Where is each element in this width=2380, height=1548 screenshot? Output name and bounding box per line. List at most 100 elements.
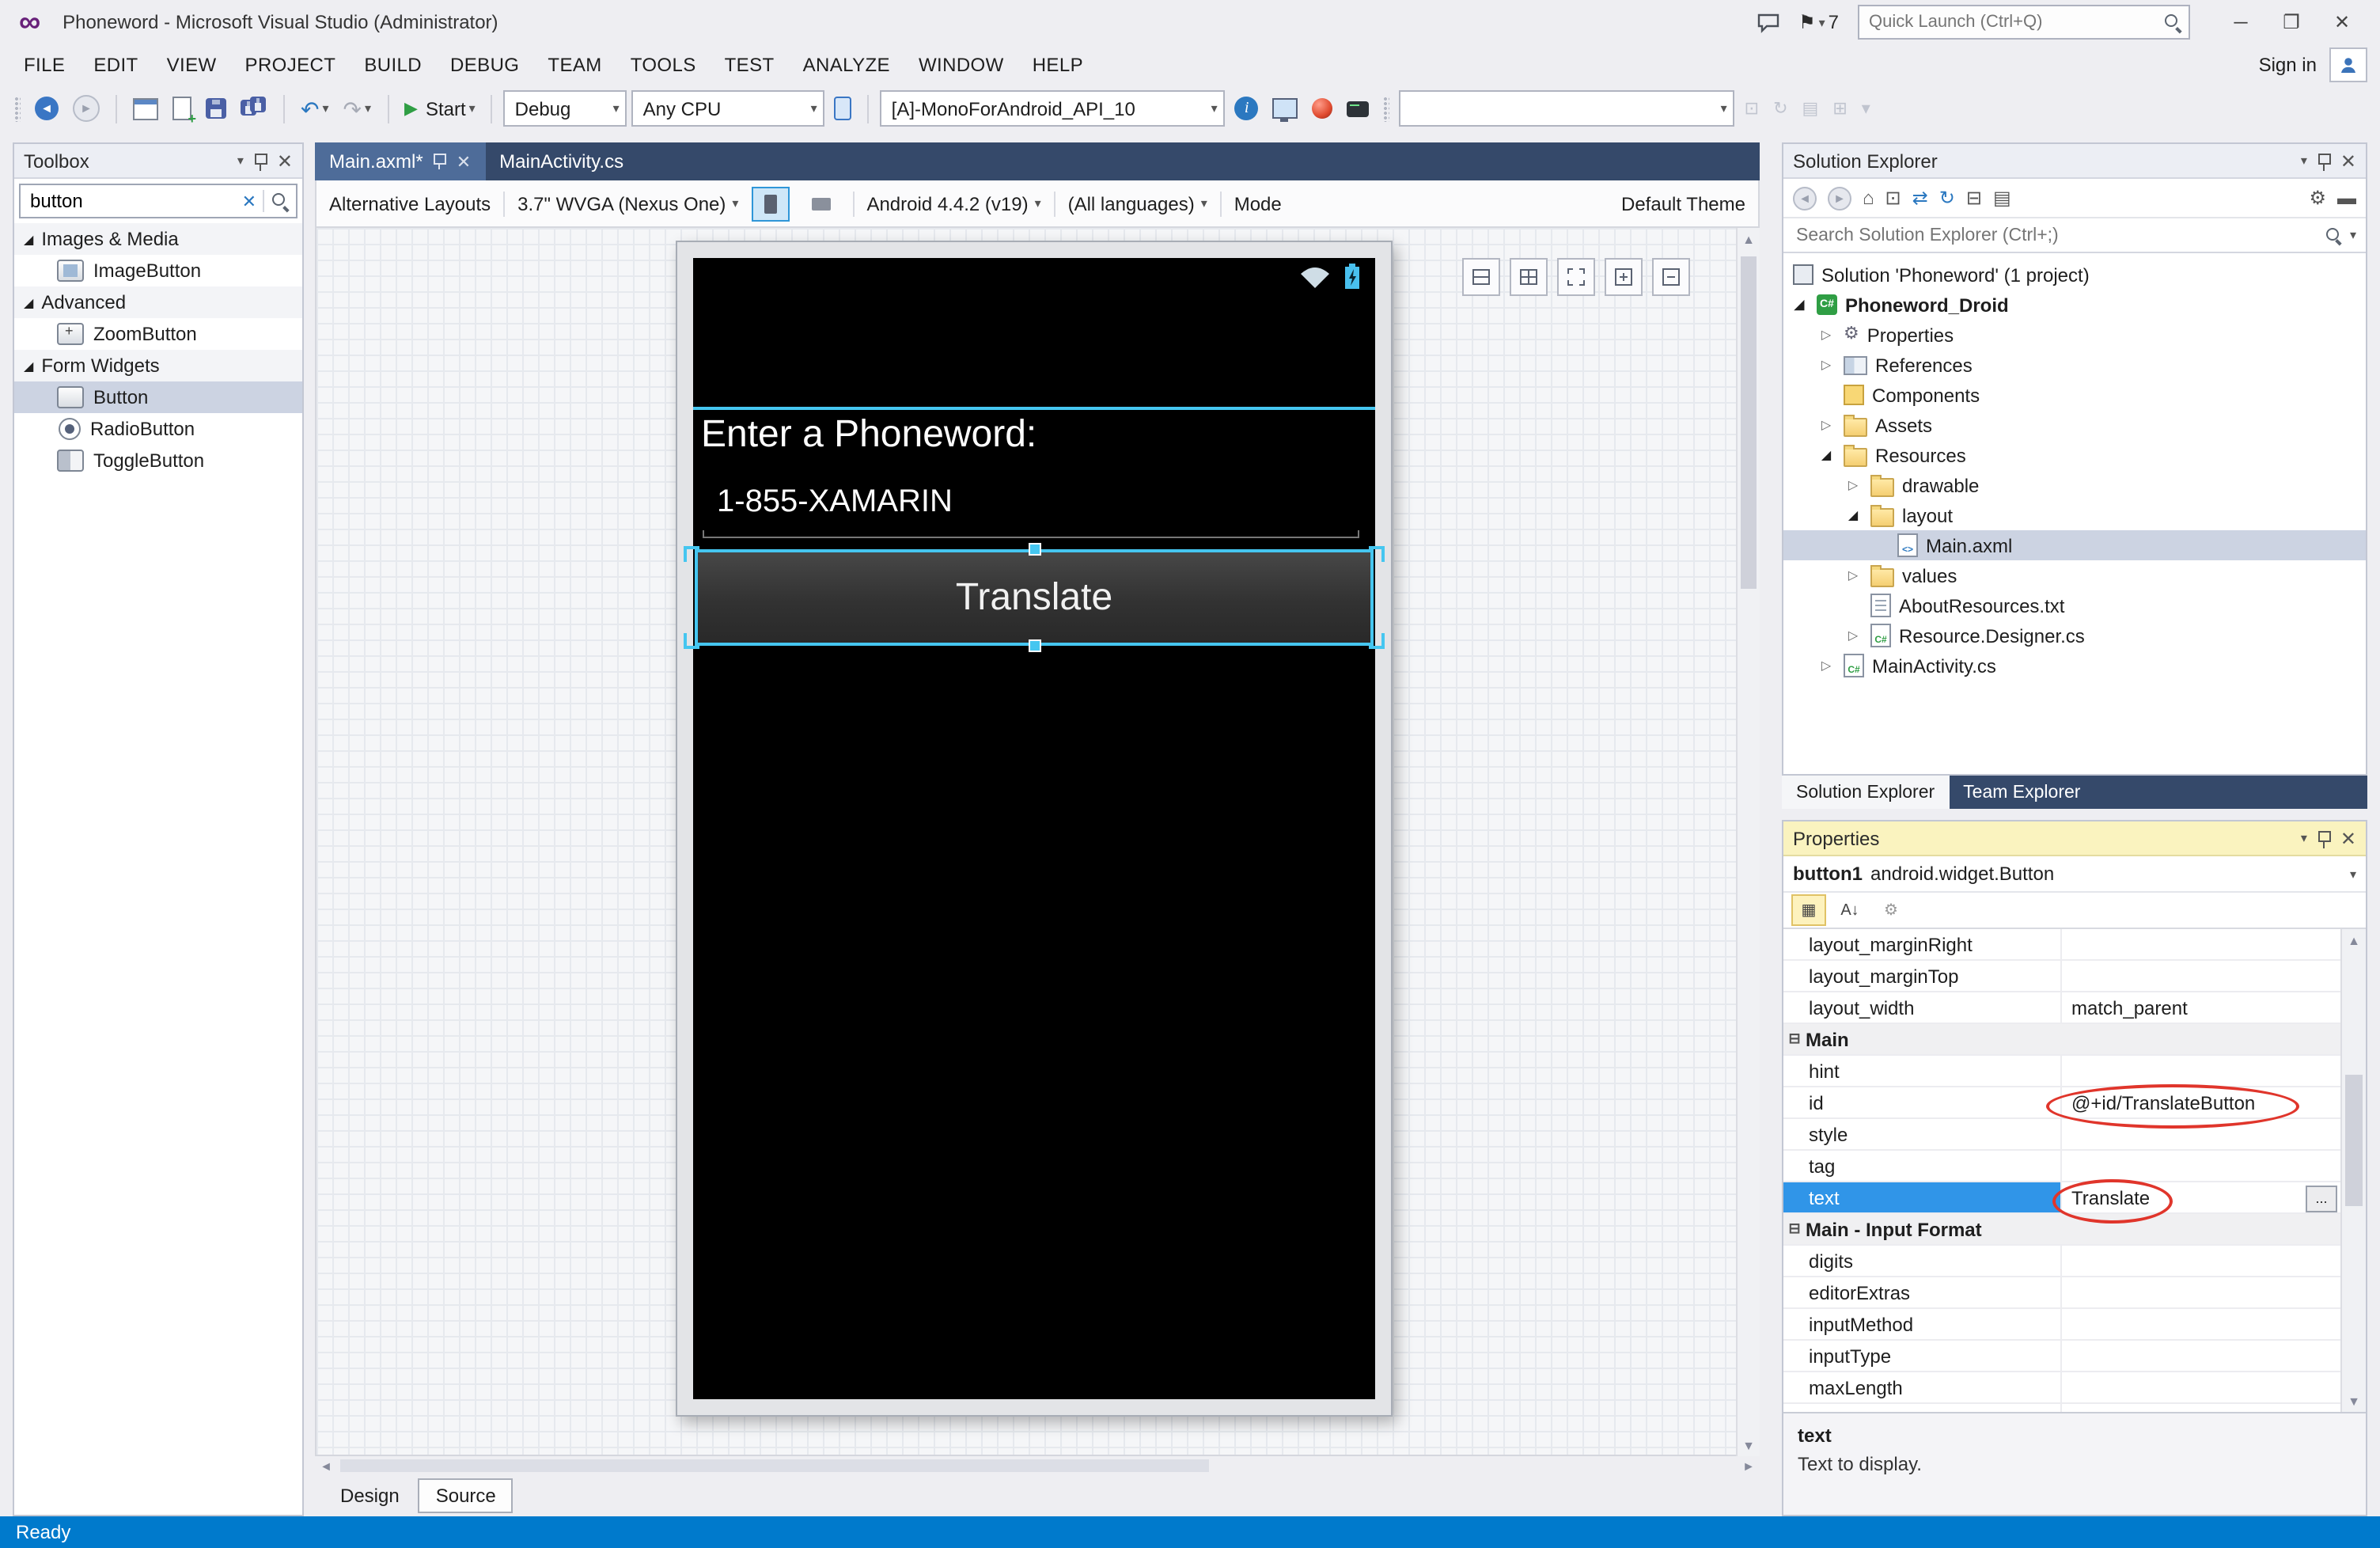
- sync-with-active-document-icon[interactable]: ⇄: [1912, 187, 1928, 209]
- inactive-tool-icon-4[interactable]: ⊞: [1828, 89, 1851, 127]
- selected-object-dropdown[interactable]: button1 android.widget.Button ▾: [1783, 856, 2366, 893]
- property-row[interactable]: layout_marginRight: [1783, 929, 2342, 961]
- show-all-files-icon[interactable]: ▤: [1993, 187, 2011, 209]
- theme-dropdown[interactable]: Default Theme: [1621, 192, 1745, 214]
- tree-item-properties[interactable]: ▷ ⚙ Properties: [1783, 320, 2366, 350]
- scrollbar-track[interactable]: [2342, 951, 2366, 1390]
- pin-icon[interactable]: [2317, 151, 2331, 170]
- collapsed-icon[interactable]: ▷: [1817, 418, 1836, 432]
- scroll-up-icon[interactable]: ▲: [2342, 929, 2366, 951]
- toolbox-group-form-widgets[interactable]: ◢ Form Widgets: [14, 350, 302, 381]
- collapsed-icon[interactable]: ▷: [1817, 658, 1836, 673]
- textview-enter-phoneword[interactable]: Enter a Phoneword:: [701, 413, 1037, 457]
- menu-build[interactable]: BUILD: [350, 47, 436, 82]
- window-position-icon[interactable]: ▾: [2301, 831, 2307, 845]
- tab-team-explorer[interactable]: Team Explorer: [1949, 776, 2094, 809]
- property-row[interactable]: layout_width match_parent: [1783, 992, 2342, 1024]
- property-row-text[interactable]: text Translate ...: [1783, 1182, 2342, 1214]
- redo-button[interactable]: ↷▾: [339, 89, 377, 127]
- tab-source[interactable]: Source: [419, 1478, 514, 1513]
- tree-item-resource-designer-cs[interactable]: ▷ C# Resource.Designer.cs: [1783, 620, 2366, 651]
- scroll-down-icon[interactable]: ▼: [1738, 1434, 1760, 1456]
- scrollbar-thumb[interactable]: [340, 1459, 1208, 1472]
- edittext-phoneword[interactable]: 1-855-XAMARIN: [717, 484, 953, 521]
- properties-scrollbar[interactable]: ▲ ▼: [2340, 929, 2366, 1412]
- collapsed-icon[interactable]: ▷: [1817, 328, 1836, 342]
- alternative-layouts-button[interactable]: Alternative Layouts: [329, 192, 491, 214]
- expanded-icon[interactable]: ◢: [1844, 508, 1863, 522]
- menu-window[interactable]: WINDOW: [904, 47, 1018, 82]
- expanded-icon[interactable]: ◢: [24, 232, 33, 246]
- toolbox-group-images-media[interactable]: ◢ Images & Media: [14, 223, 302, 255]
- notifications-flag[interactable]: ⚑ ▾ 7: [1798, 11, 1839, 33]
- tree-item-mainactivity-cs[interactable]: ▷ C# MainActivity.cs: [1783, 651, 2366, 681]
- menu-tools[interactable]: TOOLS: [616, 47, 711, 82]
- refresh-icon[interactable]: ↻: [1939, 187, 1955, 209]
- property-pages-button[interactable]: ⚙: [1874, 894, 1908, 926]
- mode-button[interactable]: Mode: [1234, 192, 1282, 214]
- tree-item-drawable[interactable]: ▷ drawable: [1783, 470, 2366, 500]
- tab-main-axml[interactable]: Main.axml* ✕: [315, 142, 485, 180]
- solution-explorer-header[interactable]: Solution Explorer ▾ ✕: [1783, 144, 2366, 179]
- menu-project[interactable]: PROJECT: [231, 47, 351, 82]
- zoom-out-button[interactable]: [1652, 258, 1690, 296]
- toolbox-group-advanced[interactable]: ◢ Advanced: [14, 286, 302, 318]
- properties-header[interactable]: Properties ▾ ✕: [1783, 821, 2366, 856]
- tree-item-main-axml[interactable]: <> Main.axml: [1783, 530, 2366, 560]
- translate-button-widget[interactable]: Translate: [695, 549, 1374, 646]
- device-manager-button[interactable]: [1308, 89, 1338, 127]
- close-icon[interactable]: ✕: [2340, 151, 2356, 170]
- menu-test[interactable]: TEST: [711, 47, 789, 82]
- quick-launch[interactable]: [1858, 5, 2190, 40]
- categorized-button[interactable]: ▦: [1791, 894, 1826, 926]
- alphabetical-sort-button[interactable]: A↓: [1832, 894, 1867, 926]
- landscape-orientation-button[interactable]: [802, 186, 839, 221]
- tree-item-aboutresources-txt[interactable]: AboutResources.txt: [1783, 590, 2366, 620]
- property-row-id[interactable]: id @+id/TranslateButton: [1783, 1087, 2342, 1119]
- pin-icon[interactable]: [2317, 829, 2331, 848]
- expanded-icon[interactable]: ◢: [24, 295, 33, 309]
- window-position-icon[interactable]: ▾: [2301, 154, 2307, 168]
- collapse-icon[interactable]: ⊟: [1783, 1220, 1806, 1238]
- scrollbar-thumb[interactable]: [1741, 256, 1757, 589]
- undo-button[interactable]: ↶▾: [296, 89, 334, 127]
- toolbox-item-button[interactable]: Button: [14, 381, 302, 413]
- back-button[interactable]: ◄: [1793, 186, 1817, 210]
- close-button[interactable]: ✕: [2317, 5, 2367, 40]
- scrollbar-thumb[interactable]: [2345, 1074, 2363, 1205]
- toolbox-item-zoombutton[interactable]: ZoomButton: [14, 318, 302, 350]
- tab-solution-explorer[interactable]: Solution Explorer: [1782, 776, 1949, 809]
- scrollbar-track[interactable]: [337, 1458, 1738, 1474]
- property-row[interactable]: inputType: [1783, 1341, 2342, 1372]
- clear-search-icon[interactable]: ✕: [242, 191, 256, 211]
- expanded-icon[interactable]: ◢: [1790, 298, 1809, 312]
- zoom-to-fit-button[interactable]: [1557, 258, 1595, 296]
- ellipsis-button[interactable]: ...: [2306, 1186, 2337, 1212]
- pin-icon[interactable]: [433, 152, 447, 171]
- dock-splitter[interactable]: [1782, 809, 2367, 820]
- editor-vertical-scrollbar[interactable]: ▲ ▼: [1736, 228, 1760, 1456]
- tree-item-resources[interactable]: ◢ Resources: [1783, 440, 2366, 470]
- menu-file[interactable]: FILE: [9, 47, 79, 82]
- home-icon[interactable]: ⌂: [1863, 187, 1874, 209]
- tab-design[interactable]: Design: [324, 1480, 415, 1512]
- resize-handle-top[interactable]: [1028, 543, 1040, 556]
- toolbox-item-togglebutton[interactable]: ToggleButton: [14, 445, 302, 476]
- toolbar-overflow-button[interactable]: ▾: [1857, 89, 1875, 127]
- split-view-button[interactable]: [1462, 258, 1500, 296]
- scroll-down-icon[interactable]: ▼: [2342, 1390, 2366, 1412]
- device-dropdown[interactable]: 3.7" WVGA (Nexus One) ▾: [517, 192, 738, 214]
- toolbox-item-radiobutton[interactable]: RadioButton: [14, 413, 302, 445]
- device-target-dropdown[interactable]: [A]-MonoForAndroid_API_10▾: [881, 90, 1226, 127]
- tab-mainactivity-cs[interactable]: MainActivity.cs: [485, 142, 638, 180]
- menu-team[interactable]: TEAM: [533, 47, 616, 82]
- new-project-button[interactable]: [128, 89, 163, 127]
- properties-gear-icon[interactable]: ⚙: [2309, 187, 2326, 209]
- add-new-item-button[interactable]: [168, 89, 196, 127]
- menu-edit[interactable]: EDIT: [79, 47, 152, 82]
- close-icon[interactable]: ✕: [277, 151, 293, 170]
- tree-item-values[interactable]: ▷ values: [1783, 560, 2366, 590]
- scope-icon[interactable]: ⊡: [1885, 187, 1901, 209]
- property-row[interactable]: layout_marginTop: [1783, 961, 2342, 992]
- property-row[interactable]: style: [1783, 1119, 2342, 1151]
